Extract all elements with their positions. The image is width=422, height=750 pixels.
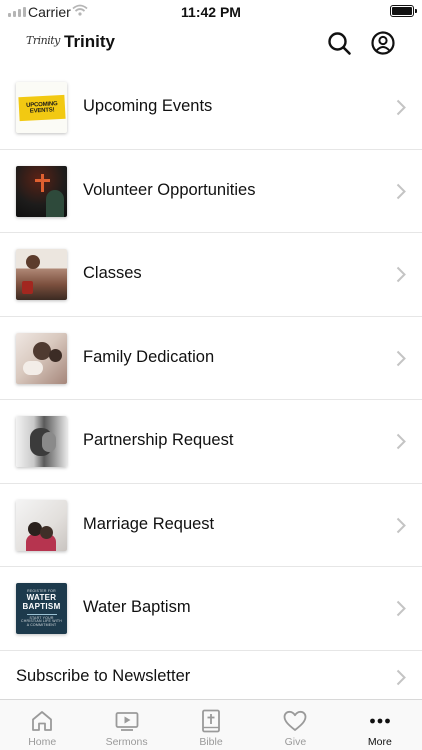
bottom-tab-bar: Home Sermons Bible Give More: [0, 699, 422, 750]
chevron-right-icon: [396, 433, 406, 450]
upcoming-events-thumbnail: UPCOMING EVENTS!: [16, 82, 67, 133]
thumbnail-text: A COMMITMENT: [26, 622, 57, 627]
menu-item-label: Subscribe to Newsletter: [16, 666, 191, 685]
thumbnail-text: REGISTER FOR: [27, 588, 56, 593]
menu-item-label: Partnership Request: [83, 431, 234, 449]
menu-item-marriage-request[interactable]: Marriage Request: [0, 484, 422, 567]
church-logo: Trinity: [26, 34, 60, 47]
menu-item-label: Marriage Request: [83, 514, 215, 533]
family-dedication-thumbnail: [16, 332, 67, 384]
app-title: Trinity: [64, 32, 116, 51]
menu-item-upcoming-events[interactable]: UPCOMING EVENTS! Upcoming Events: [0, 66, 422, 150]
menu-item-label: Water Baptism: [83, 598, 191, 616]
tab-bible[interactable]: Bible: [169, 700, 253, 750]
thumbnail-text: EVENTS!: [29, 106, 55, 115]
battery-icon: [390, 5, 417, 17]
menu-item-family-dedication[interactable]: Family Dedication: [0, 317, 422, 400]
more-icon: [369, 718, 390, 724]
chevron-right-icon: [396, 183, 406, 199]
chevron-right-icon: [396, 266, 406, 283]
tab-label: Give: [284, 736, 307, 748]
menu-item-partnership-request[interactable]: Partnership Request: [0, 400, 422, 484]
menu-item-label: Classes: [83, 264, 142, 282]
chevron-right-icon: [396, 517, 406, 533]
menu-item-label: Upcoming Events: [83, 97, 213, 115]
volunteer-thumbnail: [16, 165, 67, 217]
menu-item-volunteer-opportunities[interactable]: Volunteer Opportunities: [0, 150, 422, 233]
tab-home[interactable]: Home: [0, 700, 84, 750]
chevron-right-icon: [396, 669, 406, 685]
app-header: Trinity Trinity: [0, 24, 422, 64]
thumbnail-text: WATER: [26, 593, 57, 603]
tab-label: Bible: [199, 736, 223, 748]
tab-label: Sermons: [105, 736, 148, 748]
thumbnail-text: BAPTISM: [22, 602, 61, 612]
partnership-thumbnail: [16, 416, 67, 467]
chevron-right-icon: [396, 99, 406, 116]
status-time: 11:42 PM: [181, 4, 241, 20]
tab-more[interactable]: More: [338, 700, 422, 750]
menu-item-water-baptism[interactable]: REGISTER FOR WATER BAPTISM START YOUR CH…: [0, 567, 422, 651]
bible-icon: [202, 709, 220, 733]
more-menu-list: UPCOMING EVENTS! Upcoming Events Volunte…: [0, 66, 422, 711]
account-icon[interactable]: [370, 30, 396, 56]
water-baptism-thumbnail: REGISTER FOR WATER BAPTISM START YOUR CH…: [16, 583, 67, 634]
search-icon[interactable]: [326, 30, 352, 56]
video-icon: [115, 712, 139, 731]
tab-give[interactable]: Give: [253, 700, 337, 750]
classes-thumbnail: [16, 249, 67, 300]
heart-icon: [284, 710, 307, 731]
tab-label: Home: [28, 736, 57, 748]
chevron-right-icon: [396, 350, 406, 366]
marriage-thumbnail: [16, 499, 67, 551]
menu-item-label: Volunteer Opportunities: [83, 180, 256, 199]
home-icon: [32, 711, 53, 731]
tab-label: More: [367, 736, 392, 748]
tab-sermons[interactable]: Sermons: [84, 700, 168, 750]
menu-item-label: Family Dedication: [83, 347, 215, 366]
menu-item-classes[interactable]: Classes: [0, 233, 422, 317]
status-bar: Carrier 11:42 PM: [0, 0, 422, 24]
chevron-right-icon: [396, 600, 406, 617]
